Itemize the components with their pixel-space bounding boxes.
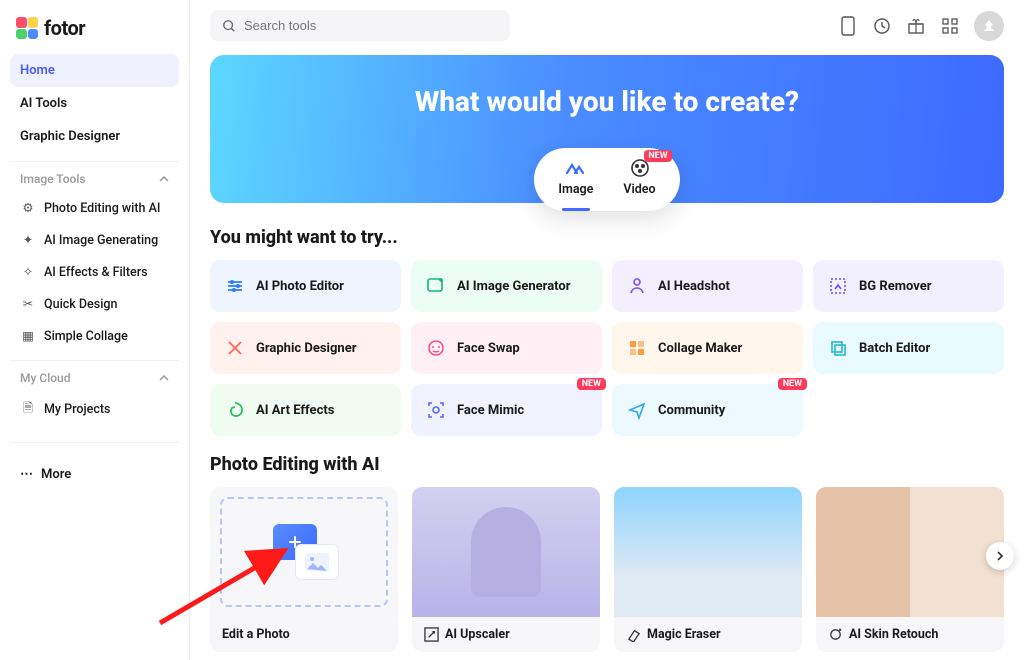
upscale-icon — [424, 627, 439, 642]
swirl-icon — [224, 399, 246, 421]
pe-card-edit-photo[interactable]: Edit a Photo ? Help — [210, 487, 398, 652]
search-input[interactable] — [244, 18, 498, 33]
hero-tab-video[interactable]: NEW Video — [623, 158, 655, 211]
pe-card-ai-skin-retouch[interactable]: AI Skin Retouch — [816, 487, 1004, 652]
nav-photo-editing-ai[interactable]: ⚙Photo Editing with AI — [10, 192, 179, 224]
section-my-cloud[interactable]: My Cloud — [10, 360, 179, 391]
user-avatar[interactable] — [974, 11, 1004, 41]
upload-thumb — [210, 487, 398, 617]
cut-bg-icon — [827, 275, 849, 297]
sparkle-icon: ✦ — [20, 232, 36, 248]
try-card-batch-editor[interactable]: Batch Editor — [813, 322, 1004, 374]
brand-name: fotor — [44, 16, 85, 40]
nav-quick-design[interactable]: ✂Quick Design — [10, 288, 179, 320]
person-icon — [626, 275, 648, 297]
try-card-ai-headshot[interactable]: AI Headshot — [612, 260, 803, 312]
sidebar: fotor Home AI Tools Graphic Designer Ima… — [0, 0, 190, 660]
search-box[interactable] — [210, 10, 510, 41]
brand-logo[interactable]: fotor — [10, 12, 179, 54]
phone-icon[interactable] — [838, 16, 858, 36]
nav-graphic-designer[interactable]: Graphic Designer — [10, 120, 179, 153]
try-grid: AI Photo EditorAI Image GeneratorAI Head… — [210, 260, 1004, 436]
try-card-bg-remover[interactable]: BG Remover — [813, 260, 1004, 312]
sliders-icon: ⚙ — [20, 200, 36, 216]
sliders-icon — [224, 275, 246, 297]
topbar — [210, 0, 1004, 55]
history-icon[interactable] — [872, 16, 892, 36]
try-card-collage-maker[interactable]: Collage Maker — [612, 322, 803, 374]
eraser-icon — [626, 627, 641, 642]
nav-ai-tools[interactable]: AI Tools — [10, 87, 179, 120]
nav-my-projects[interactable]: 🗎My Projects — [10, 391, 179, 428]
logo-mark-icon — [16, 17, 38, 39]
chevron-up-icon — [159, 174, 169, 184]
wand-icon: ✧ — [20, 264, 36, 280]
pe-section-title: Photo Editing with AI — [210, 454, 1004, 475]
try-card-face-mimic[interactable]: Face MimicNEW — [411, 384, 602, 436]
image-tab-icon — [565, 158, 587, 178]
scan-face-icon — [425, 399, 447, 421]
hero-tab-image[interactable]: Image — [558, 158, 593, 211]
collage-icon: ▦ — [20, 328, 36, 344]
hero-tabs: Image NEW Video — [534, 148, 679, 211]
gift-icon[interactable] — [906, 16, 926, 36]
new-badge: NEW — [577, 378, 606, 390]
pe-row: Edit a Photo ? Help AI Upscaler Magic Er… — [210, 487, 1004, 652]
nav-home[interactable]: Home — [10, 54, 179, 87]
primary-nav: Home AI Tools Graphic Designer — [10, 54, 179, 153]
nav-more[interactable]: ⋯ More — [10, 442, 179, 492]
try-card-ai-photo-editor[interactable]: AI Photo Editor — [210, 260, 401, 312]
hero-banner: What would you like to create? Image NEW… — [210, 55, 1004, 203]
pe-card-magic-eraser[interactable]: Magic Eraser — [614, 487, 802, 652]
try-card-ai-image-generator[interactable]: AI Image Generator — [411, 260, 602, 312]
hero-title: What would you like to create? — [210, 85, 1004, 118]
grid-icon — [626, 337, 648, 359]
face-icon — [425, 337, 447, 359]
try-card-face-swap[interactable]: Face Swap — [411, 322, 602, 374]
new-badge: NEW — [778, 378, 807, 390]
try-card-ai-art-effects[interactable]: AI Art Effects — [210, 384, 401, 436]
nav-simple-collage[interactable]: ▦Simple Collage — [10, 320, 179, 352]
top-icons — [838, 11, 1004, 41]
try-section-title: You might want to try... — [210, 227, 1004, 248]
try-card-community[interactable]: CommunityNEW — [612, 384, 803, 436]
face-sparkle-icon — [828, 627, 843, 642]
search-icon — [222, 19, 236, 33]
pen-cross-icon — [224, 337, 246, 359]
pe-card-ai-upscaler[interactable]: AI Upscaler — [412, 487, 600, 652]
main-content: What would you like to create? Image NEW… — [190, 0, 1024, 660]
new-badge: NEW — [644, 150, 671, 162]
upload-image-icon — [295, 544, 339, 580]
nav-ai-image-generating[interactable]: ✦AI Image Generating — [10, 224, 179, 256]
try-card-graphic-designer[interactable]: Graphic Designer — [210, 322, 401, 374]
document-icon: 🗎 — [20, 399, 36, 420]
chevron-right-icon — [995, 551, 1005, 561]
stack-icon — [827, 337, 849, 359]
nav-ai-effects-filters[interactable]: ✧AI Effects & Filters — [10, 256, 179, 288]
grid-icon[interactable] — [940, 16, 960, 36]
chevron-up-icon — [159, 373, 169, 383]
pe-next-button[interactable] — [986, 542, 1014, 570]
image-plus-icon — [425, 275, 447, 297]
scissors-icon: ✂ — [20, 296, 36, 312]
more-icon: ⋯ — [20, 467, 33, 482]
section-image-tools[interactable]: Image Tools — [10, 161, 179, 192]
send-icon — [626, 399, 648, 421]
